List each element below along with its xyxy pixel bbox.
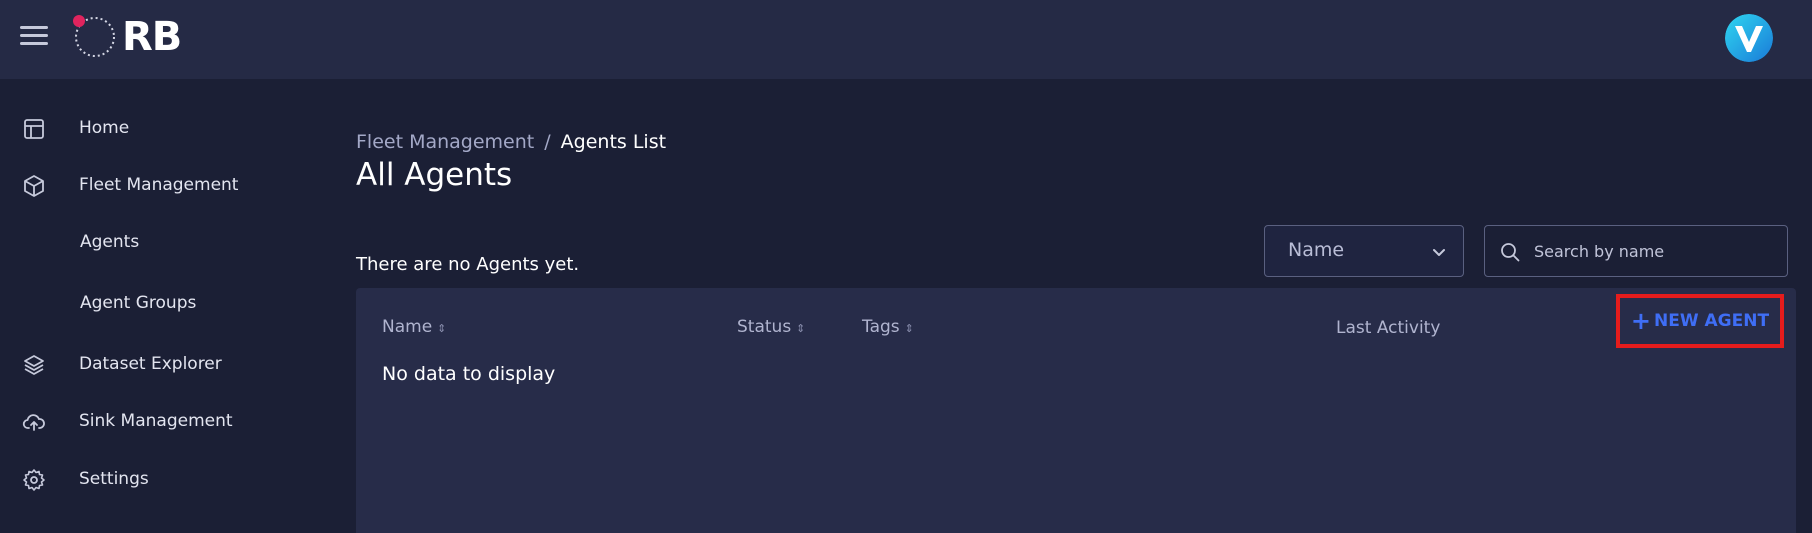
- sidebar-item-label: Fleet Management: [79, 175, 239, 195]
- sidebar: Home Fleet Management Agents Agent Group…: [0, 79, 330, 533]
- chevron-down-icon: [1433, 249, 1445, 256]
- column-header-name[interactable]: Name ⇕: [382, 317, 446, 337]
- sidebar-item-label: Sink Management: [79, 411, 233, 431]
- logo-ring-icon: [73, 15, 115, 57]
- breadcrumb-parent-link[interactable]: Fleet Management: [356, 131, 534, 153]
- breadcrumb-current: Agents List: [560, 131, 667, 153]
- plus-icon: +: [1630, 307, 1652, 335]
- column-header-label: Name: [382, 317, 433, 337]
- filter-field-select[interactable]: Name: [1264, 225, 1464, 277]
- gear-icon: [23, 469, 45, 491]
- breadcrumb: Fleet Management / Agents List: [356, 131, 666, 153]
- sort-icon: ⇕: [904, 322, 914, 335]
- sidebar-item-dataset-explorer[interactable]: Dataset Explorer: [0, 345, 330, 385]
- column-header-label: Status: [737, 317, 792, 337]
- column-header-label: Last Activity: [1336, 318, 1441, 338]
- sidebar-item-agent-groups[interactable]: Agent Groups: [0, 284, 330, 324]
- user-avatar[interactable]: [1725, 14, 1773, 62]
- search-box: [1484, 225, 1788, 277]
- breadcrumb-separator: /: [544, 131, 551, 153]
- column-header-status[interactable]: Status ⇕: [737, 317, 805, 337]
- sidebar-item-fleet-management[interactable]: Fleet Management: [0, 166, 330, 206]
- sort-icon: ⇕: [796, 322, 806, 335]
- sidebar-item-settings[interactable]: Settings: [0, 460, 330, 500]
- sidebar-item-label: Settings: [79, 469, 149, 489]
- hamburger-menu-icon[interactable]: [20, 26, 48, 48]
- cloud-upload-icon: [22, 414, 45, 431]
- sidebar-item-label: Agent Groups: [80, 293, 197, 313]
- avatar-logo-icon: [1725, 14, 1773, 62]
- sidebar-item-home[interactable]: Home: [0, 109, 330, 149]
- new-agent-button[interactable]: + NEW AGENT: [1616, 294, 1784, 348]
- search-icon: [1501, 243, 1520, 262]
- no-data-message: No data to display: [382, 363, 556, 385]
- search-input[interactable]: [1534, 236, 1774, 266]
- sidebar-item-agents[interactable]: Agents: [0, 223, 330, 263]
- column-header-tags[interactable]: Tags ⇕: [862, 317, 914, 337]
- column-header-last-activity: Last Activity: [1336, 318, 1440, 338]
- cube-icon: [24, 175, 44, 197]
- new-agent-label: NEW AGENT: [1654, 311, 1770, 331]
- sidebar-item-sink-management[interactable]: Sink Management: [0, 402, 330, 442]
- sidebar-item-label: Dataset Explorer: [79, 354, 222, 374]
- logo-text: RB: [122, 14, 182, 60]
- column-header-label: Tags: [862, 317, 900, 337]
- filter-selected-value: Name: [1288, 239, 1345, 261]
- sort-icon: ⇕: [437, 322, 447, 335]
- empty-state-message: There are no Agents yet.: [356, 254, 580, 275]
- agents-table: Name ⇕ Status ⇕ Tags ⇕ Last Activity + NEW …: [356, 288, 1796, 533]
- page-title: All Agents: [356, 157, 513, 193]
- app-logo[interactable]: RB: [70, 12, 200, 62]
- top-bar: RB: [0, 0, 1812, 79]
- layers-icon: [24, 355, 44, 375]
- sidebar-item-label: Agents: [80, 232, 140, 252]
- sidebar-item-label: Home: [79, 118, 130, 138]
- layout-icon: [24, 119, 44, 139]
